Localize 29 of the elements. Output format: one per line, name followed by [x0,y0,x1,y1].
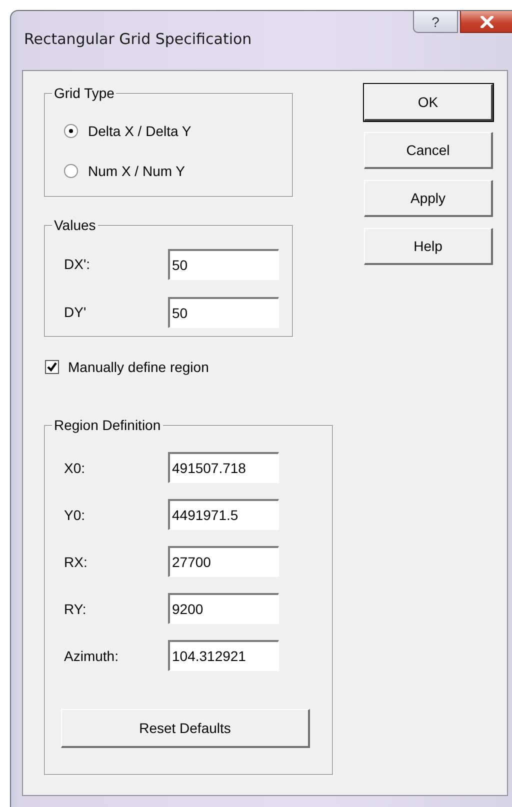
input-field[interactable]: 50 [168,296,279,328]
radio-label: Delta X / Delta Y [88,123,192,139]
dialog-button[interactable]: Apply [364,180,493,217]
input-field[interactable]: 491507.718 [168,452,279,483]
input-field[interactable]: 27700 [168,546,279,577]
input-field[interactable]: 50 [168,248,279,280]
field-label: DX': [64,256,92,272]
radio-button[interactable] [64,124,78,138]
dialog-button[interactable]: OK [364,84,493,121]
field-label: DY' [64,304,88,320]
radio-label: Num X / Num Y [88,163,185,179]
dialog-button[interactable]: Cancel [364,132,493,169]
field-label: Y0: [64,506,86,522]
reset-defaults-button[interactable]: Reset Defaults [61,709,310,748]
help-button[interactable]: ? [413,11,458,33]
field-label: RX: [64,554,88,570]
dialog-button[interactable]: Help [364,228,493,265]
field-label: X0: [64,460,86,476]
input-field[interactable]: 4491971.5 [168,499,279,530]
radio-button[interactable] [64,164,78,178]
close-icon [480,16,494,28]
field-label: RY: [64,600,88,616]
field-label: Azimuth: [64,648,120,664]
checkbox[interactable] [45,360,59,374]
window-title: Rectangular Grid Specification [24,30,252,48]
input-field[interactable]: 9200 [168,593,279,624]
input-field[interactable]: 104.312921 [168,640,279,671]
checkbox-label: Manually define region [68,359,209,375]
close-button[interactable] [460,11,512,33]
